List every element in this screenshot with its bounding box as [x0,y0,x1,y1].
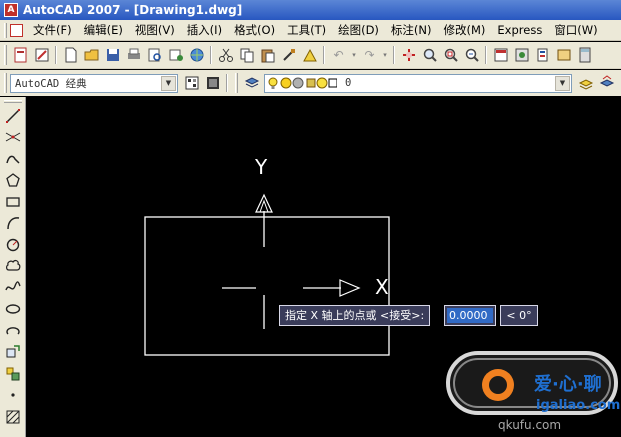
menubar-grip[interactable] [4,22,7,38]
publish-icon[interactable] [166,46,185,65]
x-axis-label: X [375,275,389,299]
undo-icon[interactable]: ↶ [329,46,348,65]
publish-web-icon[interactable] [187,46,206,65]
menu-window[interactable]: 窗口(W) [548,21,603,40]
revision-cloud-icon[interactable] [2,256,24,278]
ucs-y-arrowhead [255,193,273,213]
undo-dropdown-icon[interactable]: ▾ [350,46,358,65]
drawn-rectangle[interactable] [144,216,390,356]
print-icon[interactable] [124,46,143,65]
workspace-layers-toolbar: AutoCAD 经典 ▼ 0 ▼ [0,70,621,96]
toolbar-separator [210,46,212,64]
toolbar-separator [393,46,395,64]
toolbar-grip[interactable] [4,73,7,93]
polyline-icon[interactable] [2,148,24,170]
hatch-icon[interactable] [2,406,24,428]
sheet-set-icon[interactable] [11,46,30,65]
workspace-dropdown[interactable]: AutoCAD 经典 ▼ [10,73,178,93]
match-properties-icon[interactable] [279,46,298,65]
toolbar-separator [226,74,228,92]
point-icon[interactable] [2,385,24,407]
rectangle-icon[interactable] [2,191,24,213]
arc-icon[interactable] [2,213,24,235]
markup-icon[interactable] [32,46,51,65]
standard-toolbar: ↶ ▾ ↷ ▾ [0,42,621,69]
circle-icon[interactable] [2,234,24,256]
menu-draw[interactable]: 绘图(D) [332,21,385,40]
layer-properties-icon[interactable] [242,74,261,93]
menu-view[interactable]: 视图(V) [129,21,181,40]
redo-dropdown-icon[interactable]: ▾ [381,46,389,65]
sheet-manager-icon[interactable] [554,46,573,65]
toolbar-separator [55,46,57,64]
menu-dimension[interactable]: 标注(N) [385,21,438,40]
toolbar-separator [485,46,487,64]
polygon-icon[interactable] [2,170,24,192]
layer-value: 0 [345,77,352,89]
autocad-app-icon[interactable]: A [4,3,18,17]
ucs-y-arrowhead-inner [259,199,269,213]
watermark-text-secondary: qkufu.com [498,418,562,432]
ellipse-icon[interactable] [2,299,24,321]
dynamic-input-value[interactable] [447,308,493,323]
layer-state-icons [268,77,337,89]
chevron-down-icon[interactable]: ▼ [161,75,176,91]
properties-icon[interactable] [491,46,510,65]
zoom-realtime-icon[interactable] [420,46,439,65]
my-workspace-icon[interactable] [203,74,222,93]
layer-previous-icon[interactable] [597,74,616,93]
workspace-value: AutoCAD 经典 [15,77,87,90]
menu-file[interactable]: 文件(F) [27,21,78,40]
menu-express[interactable]: Express [491,21,548,40]
menu-insert[interactable]: 插入(I) [181,21,228,40]
insert-block-icon[interactable] [2,342,24,364]
line-icon[interactable] [2,105,24,127]
make-block-icon[interactable] [2,363,24,385]
paste-icon[interactable] [258,46,277,65]
new-icon[interactable] [61,46,80,65]
window-title: AutoCAD 2007 - [Drawing1.dwg] [23,3,243,17]
menu-modify[interactable]: 修改(M) [438,21,492,40]
menu-format[interactable]: 格式(O) [228,21,281,40]
design-center-icon[interactable] [512,46,531,65]
ellipse-arc-icon[interactable] [2,320,24,342]
menu-tools[interactable]: 工具(T) [281,21,332,40]
menu-edit[interactable]: 编辑(E) [78,21,129,40]
title-bar: A AutoCAD 2007 - [Drawing1.dwg] [0,0,621,20]
pan-realtime-icon[interactable] [399,46,418,65]
make-object-layer-current-icon[interactable] [576,74,595,93]
ucs-x-arrowhead [339,279,361,297]
y-axis-label: Y [255,155,268,179]
menu-bar: 文件(F) 编辑(E) 视图(V) 插入(I) 格式(O) 工具(T) 绘图(D… [0,20,621,41]
dynamic-input-prompt: 指定 X 轴上的点或 <接受>: [279,305,431,326]
chevron-down-icon[interactable]: ▼ [555,75,570,91]
dynamic-input-angle: < 0° [500,305,538,326]
toolbar-separator [323,46,325,64]
watermark-text-main: 爱·心·聊 [534,374,602,395]
redo-icon[interactable]: ↷ [360,46,379,65]
watermark-text-url: igaliao.com [536,398,621,413]
document-icon[interactable] [10,23,23,37]
toolbar-grip[interactable] [235,73,238,93]
block-editor-icon[interactable] [300,46,319,65]
toolbar-grip[interactable] [4,45,7,65]
toolbar-grip[interactable] [4,100,22,103]
layer-dropdown[interactable]: 0 ▼ [264,73,572,93]
draw-toolbar [0,97,26,437]
save-icon[interactable] [103,46,122,65]
calculator-icon[interactable] [575,46,594,65]
zoom-previous-icon[interactable] [462,46,481,65]
zoom-window-icon[interactable] [441,46,460,65]
plot-preview-icon[interactable] [145,46,164,65]
spline-icon[interactable] [2,277,24,299]
open-icon[interactable] [82,46,101,65]
tool-palettes-icon[interactable] [533,46,552,65]
workspace-settings-icon[interactable] [182,74,201,93]
copy-icon[interactable] [237,46,256,65]
dynamic-input-box[interactable] [444,305,496,326]
construction-line-icon[interactable] [2,127,24,149]
cut-icon[interactable] [216,46,235,65]
